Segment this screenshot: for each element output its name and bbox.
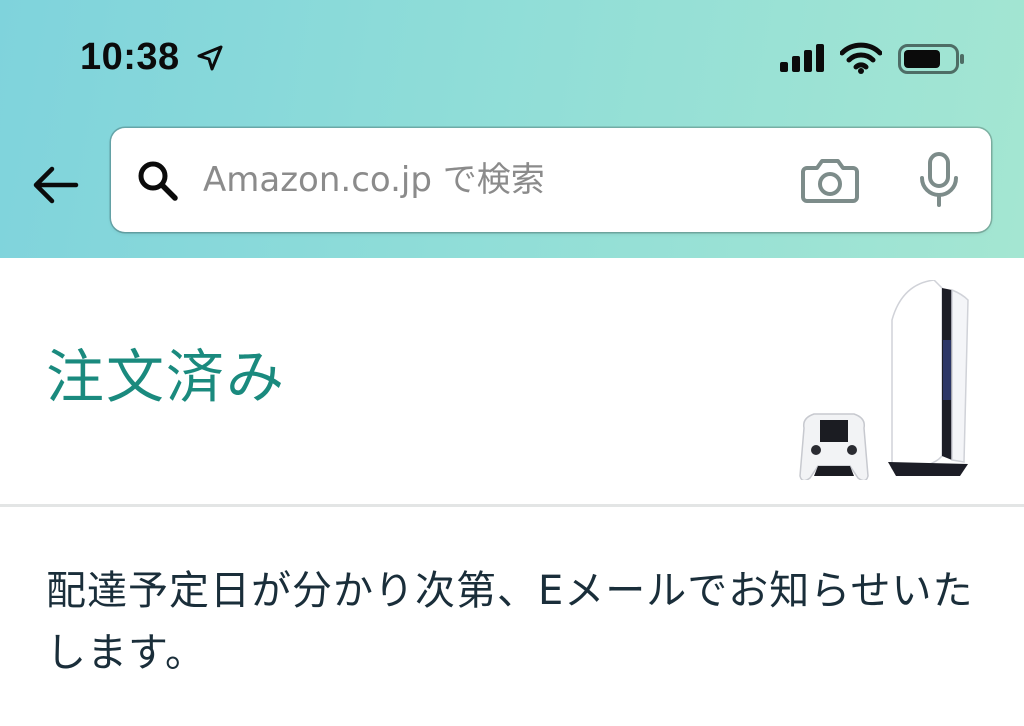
section-divider [0,504,1024,507]
back-button[interactable] [26,160,84,210]
microphone-icon[interactable] [917,152,961,208]
search-input[interactable]: Amazon.co.jp で検索 [203,158,545,202]
order-status-section: 注文済み [0,258,1024,506]
location-arrow-icon [197,45,223,71]
cellular-signal-icon [780,44,824,72]
app-header: 10:38 Amazon.co.jp で検索 [0,0,1024,258]
status-time: 10:38 [80,36,180,78]
battery-icon [898,44,964,74]
console-image [888,280,969,476]
product-image[interactable] [792,280,982,480]
search-icon[interactable] [135,158,179,202]
status-bar: 10:38 [0,0,1024,110]
wifi-icon [840,42,882,74]
delivery-notice-message: 配達予定日が分かり次第、Eメールでお知らせいたします。 [46,568,974,676]
arrow-left-icon [33,166,79,204]
order-status-title: 注文済み [46,343,287,411]
search-bar[interactable]: Amazon.co.jp で検索 [111,128,991,232]
controller-image [799,413,869,480]
camera-icon[interactable] [801,156,859,204]
